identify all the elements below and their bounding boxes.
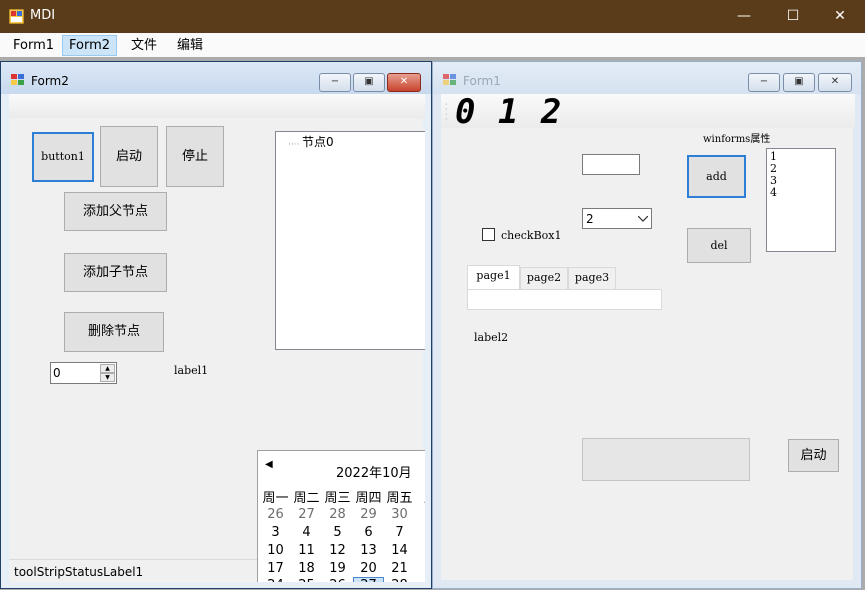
prev-month-icon[interactable]: ◀ xyxy=(265,459,273,470)
add-child-node-button[interactable]: 添加子节点 xyxy=(64,253,167,292)
form-icon xyxy=(11,74,24,85)
tab-page-content xyxy=(467,289,662,310)
toolstrip: · · · · 0 1 2 xyxy=(441,92,855,132)
calendar-month-title[interactable]: 2022年10月 xyxy=(336,462,412,481)
add-button[interactable]: add xyxy=(687,155,746,198)
status-strip: toolStripStatusLabel1 xyxy=(9,559,257,583)
form1-minimize-button[interactable]: − xyxy=(748,73,780,92)
label1: label1 xyxy=(174,364,209,377)
form2-client: button1 启动 停止 添加父节点 添加子节点 删除节点 0 ▲ ▼ lab… xyxy=(9,94,425,583)
close-button[interactable]: ✕ xyxy=(817,0,863,33)
tree-node[interactable]: 节点0 xyxy=(302,133,334,150)
del-button[interactable]: del xyxy=(687,228,751,263)
app-icon xyxy=(9,9,24,24)
status-label: toolStripStatusLabel1 xyxy=(14,565,144,579)
form1-client: · · · · 0 1 2 winforms属性 2 checkBox1 add de… xyxy=(441,92,855,580)
form-icon xyxy=(443,74,456,85)
menu-form1[interactable]: Form1 xyxy=(6,35,61,56)
calendar-weekdays: 周一周二周三周四周五周 xyxy=(262,491,425,506)
calendar-today: 27 xyxy=(353,577,384,582)
numeric-value: 0 xyxy=(53,366,61,380)
listbox[interactable]: 1 2 3 4 xyxy=(766,148,836,252)
checkbox-label[interactable]: checkBox1 xyxy=(501,229,562,242)
delete-node-button[interactable]: 删除节点 xyxy=(64,312,164,352)
numeric-updown[interactable]: 0 ▲ ▼ xyxy=(50,362,117,384)
calendar-week-5[interactable]: 2425262728 xyxy=(260,577,415,582)
menu-form2[interactable]: Form2 xyxy=(62,35,118,56)
form1-restore-button[interactable]: ▣ xyxy=(783,73,815,92)
chevron-down-icon[interactable] xyxy=(638,216,648,222)
month-calendar[interactable]: ◀ 2022年10月 周一周二周三周四周五周 2627282930 34567 … xyxy=(257,450,425,582)
tab-page2[interactable]: page2 xyxy=(520,267,568,289)
start-button[interactable]: 启动 xyxy=(100,126,158,187)
maximize-button[interactable]: ☐ xyxy=(770,0,816,33)
minimize-button[interactable]: — xyxy=(721,0,767,33)
label2: label2 xyxy=(474,331,509,344)
form1-close-button[interactable]: ✕ xyxy=(818,73,852,92)
form1-title-bar[interactable]: Form1 − ▣ ✕ xyxy=(433,62,861,94)
treeview[interactable]: ···· 节点0 xyxy=(275,131,425,350)
form1-window: Form1 − ▣ ✕ · · · · 0 1 2 winforms属性 2 chec… xyxy=(432,61,862,589)
toolstrip xyxy=(9,94,425,118)
form1-title: Form1 xyxy=(463,74,501,88)
menu-edit[interactable]: 编辑 xyxy=(170,35,210,56)
spin-up-icon[interactable]: ▲ xyxy=(100,364,115,373)
combobox[interactable]: 2 xyxy=(582,208,652,229)
tree-line: ···· xyxy=(288,140,300,150)
button1[interactable]: button1 xyxy=(32,132,94,182)
form2-title: Form2 xyxy=(31,74,69,88)
menu-bar: Form1 Form2 文件 编辑 xyxy=(0,33,865,57)
panel-button[interactable] xyxy=(582,438,750,481)
form2-title-bar[interactable]: Form2 − ▣ ✕ xyxy=(1,62,431,94)
start-button[interactable]: 启动 xyxy=(788,439,839,472)
combobox-value: 2 xyxy=(586,212,594,226)
tab-page1[interactable]: page1 xyxy=(467,265,520,289)
form2-close-button[interactable]: ✕ xyxy=(387,73,421,92)
mdi-title-bar: MDI — ☐ ✕ xyxy=(0,0,865,33)
stop-button[interactable]: 停止 xyxy=(166,126,224,187)
list-item[interactable]: 4 xyxy=(770,187,777,199)
app-title: MDI xyxy=(30,8,56,23)
toolstrip-grip[interactable]: · · · · xyxy=(445,101,448,124)
listbox-items: 1 2 3 4 xyxy=(770,151,777,199)
tab-control: page1 page2 page3 xyxy=(467,265,662,310)
form2-restore-button[interactable]: ▣ xyxy=(353,73,385,92)
calendar-week-1[interactable]: 26 27 28 29 30 xyxy=(260,507,415,522)
checkbox[interactable] xyxy=(482,228,495,241)
calendar-week-4[interactable]: 17 18 19 20 21 xyxy=(260,561,415,576)
lcd-display: 0 1 2 xyxy=(455,92,563,132)
form2-minimize-button[interactable]: − xyxy=(319,73,351,92)
tab-page3[interactable]: page3 xyxy=(568,267,616,289)
textbox[interactable] xyxy=(582,154,640,175)
calendar-week-2[interactable]: 34567 xyxy=(260,525,415,540)
form2-window: Form2 − ▣ ✕ button1 启动 停止 添加父节点 添加子节点 删除… xyxy=(0,61,432,589)
calendar-week-3[interactable]: 10 11 12 13 14 xyxy=(260,543,415,558)
add-parent-node-button[interactable]: 添加父节点 xyxy=(64,192,167,231)
spin-down-icon[interactable]: ▼ xyxy=(100,373,115,382)
menu-file[interactable]: 文件 xyxy=(124,35,164,56)
property-label: winforms属性 xyxy=(703,134,771,145)
